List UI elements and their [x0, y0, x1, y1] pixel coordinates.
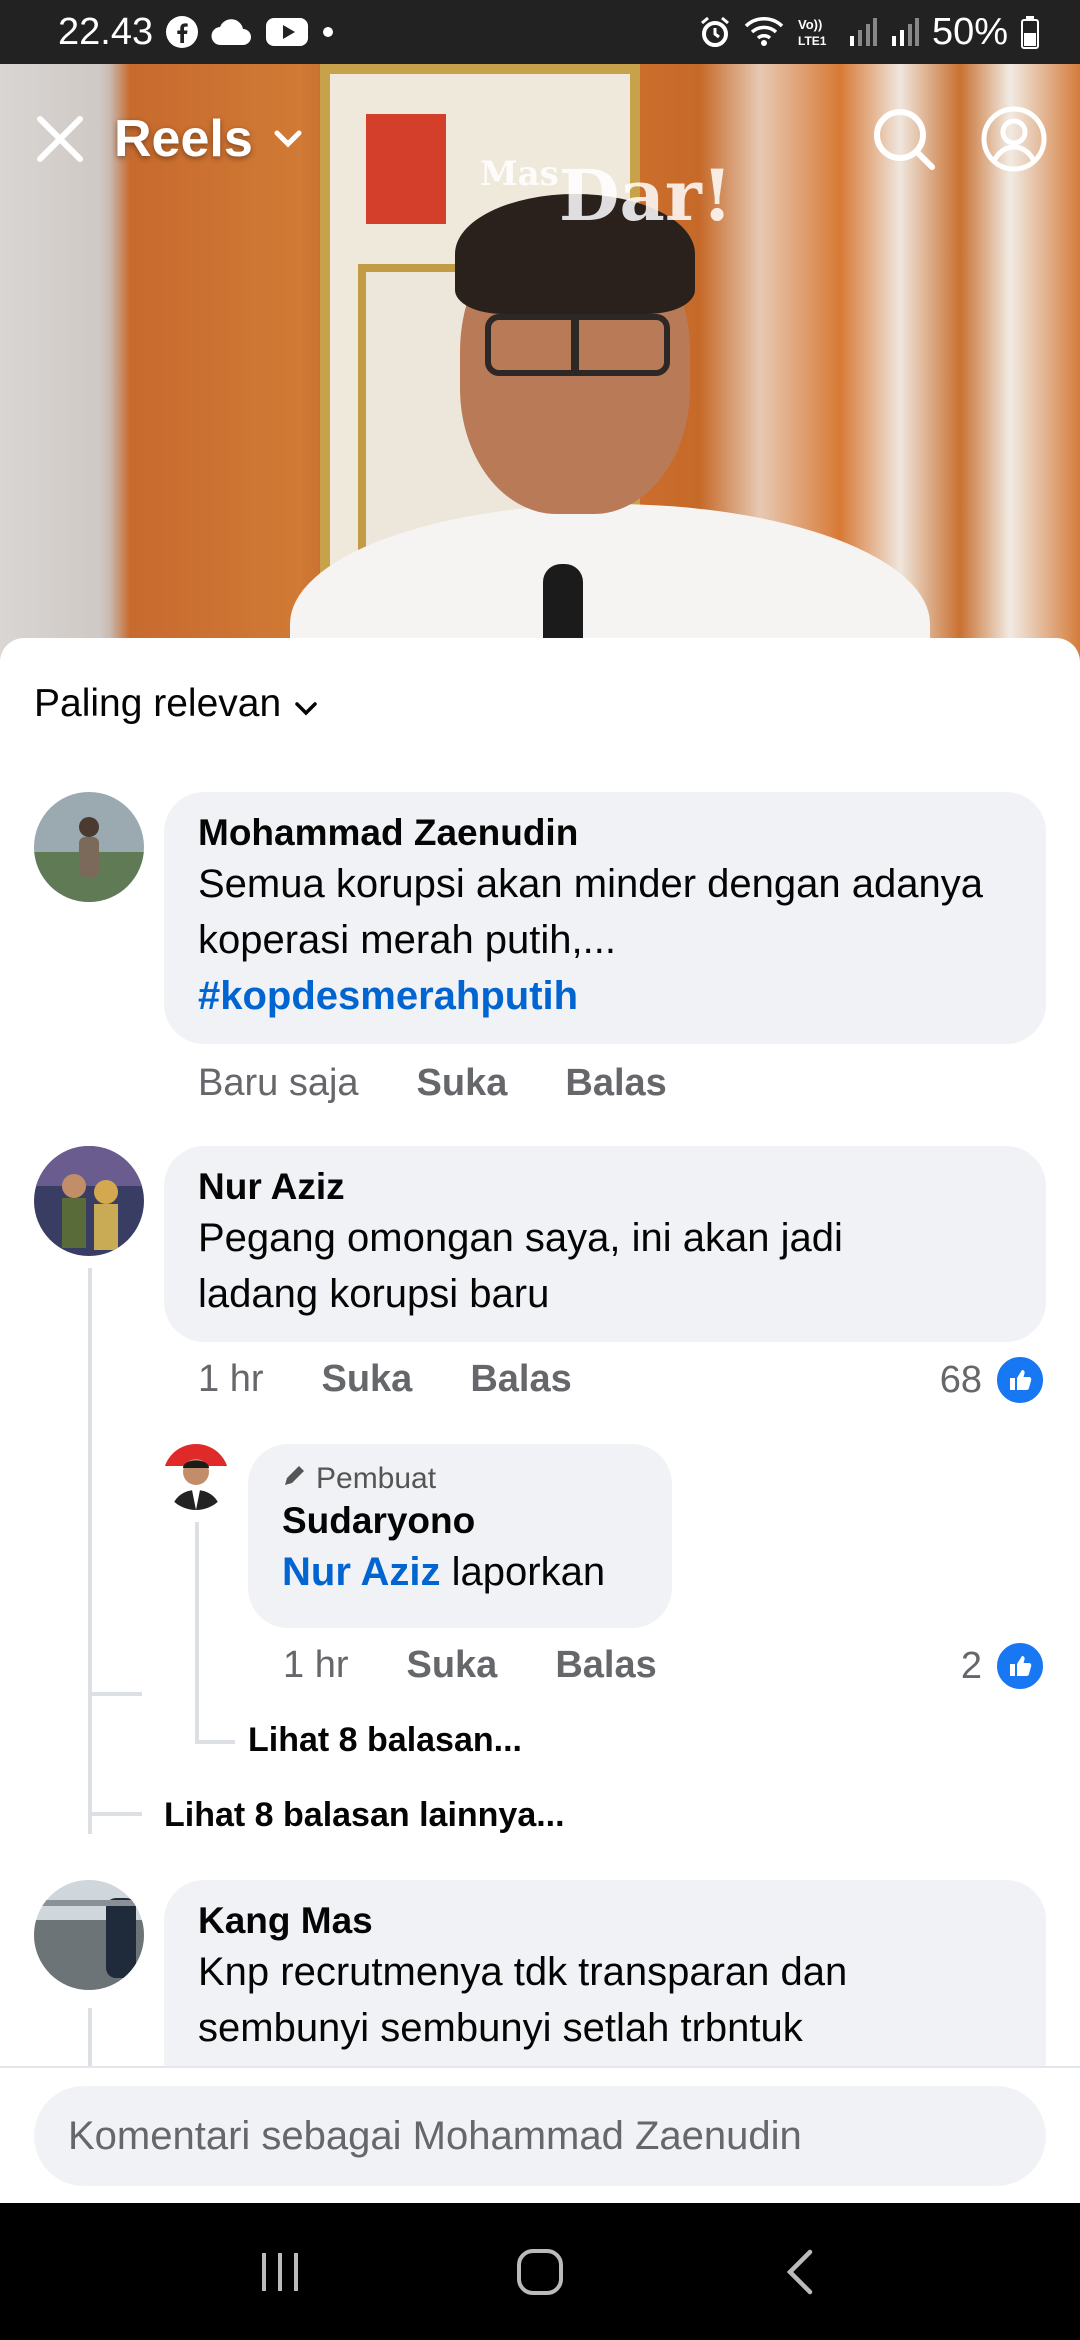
reply-button[interactable]: Balas	[565, 1062, 666, 1105]
system-nav-bar	[0, 2203, 1080, 2340]
signal-icon	[848, 16, 878, 48]
reaction-count[interactable]: 68	[940, 1354, 1046, 1406]
avatar[interactable]	[34, 1146, 144, 1256]
comment-composer-bar: Komentari sebagai Mohammad Zaenudin	[0, 2066, 1080, 2205]
reply-body: laporkan	[440, 1550, 606, 1594]
comment-bubble[interactable]: Nur Aziz Pegang omongan saya, ini akan j…	[164, 1146, 1046, 1342]
comment-text: Semua korupsi akan minder dengan adanya …	[198, 862, 983, 962]
volte-icon: Vo)) LTE1	[796, 15, 836, 49]
thread-line	[88, 1268, 92, 1834]
search-icon[interactable]	[868, 103, 940, 175]
close-icon[interactable]	[30, 109, 90, 169]
back-icon[interactable]	[755, 2227, 845, 2317]
chevron-down-icon[interactable]	[273, 129, 303, 149]
chevron-down-icon	[295, 682, 317, 726]
reels-title[interactable]: Reels	[114, 109, 253, 169]
like-icon	[994, 1640, 1046, 1692]
thread-line	[195, 1522, 199, 1742]
cloud-icon	[211, 17, 253, 47]
comment-input[interactable]: Komentari sebagai Mohammad Zaenudin	[34, 2086, 1046, 2186]
person-glasses	[485, 314, 670, 376]
wifi-icon	[744, 16, 784, 48]
comment-time: Baru saja	[198, 1062, 359, 1104]
reply-mention[interactable]: Nur Aziz	[282, 1550, 441, 1594]
svg-text:LTE1: LTE1	[798, 34, 827, 48]
avatar[interactable]	[163, 1444, 229, 1510]
avatar[interactable]	[34, 792, 144, 902]
dot-icon	[321, 25, 335, 39]
comment-text: Pegang omongan saya, ini akan jadi ladan…	[198, 1216, 843, 1316]
author-badge-label: Pembuat	[316, 1462, 437, 1495]
clock: 22.43	[58, 10, 154, 53]
sort-label: Paling relevan	[34, 682, 282, 725]
thread-line	[195, 1740, 235, 1744]
reply-time: 1 hr	[283, 1644, 349, 1686]
svg-text:Vo)): Vo))	[798, 17, 822, 32]
reaction-number: 68	[939, 1358, 982, 1401]
signal-icon	[890, 16, 920, 48]
like-button[interactable]: Suka	[417, 1062, 508, 1105]
battery-icon	[1020, 15, 1040, 49]
comment-text: Knp recrutmenya tdk transparan dan sembu…	[198, 1950, 848, 2050]
home-icon[interactable]	[495, 2227, 585, 2317]
facebook-icon	[165, 15, 199, 49]
view-replies-link[interactable]: Lihat 8 balasan...	[248, 1721, 522, 1760]
battery-percent: 50%	[931, 10, 1008, 53]
reaction-count[interactable]: 2	[961, 1640, 1046, 1692]
comment-author[interactable]: Mohammad Zaenudin	[198, 810, 1012, 856]
comment-actions: Baru saja Suka Balas	[198, 1062, 667, 1105]
author-badge: Pembuat	[282, 1462, 638, 1496]
reply-author[interactable]: Sudaryono	[282, 1498, 638, 1544]
reply-actions: 1 hr Suka Balas	[283, 1644, 657, 1687]
comment-actions: 1 hr Suka Balas	[198, 1358, 572, 1401]
avatar[interactable]	[34, 1880, 144, 1990]
reply-button[interactable]: Balas	[555, 1644, 656, 1687]
like-button[interactable]: Suka	[321, 1358, 412, 1401]
thread-line	[88, 1692, 142, 1696]
like-button[interactable]: Suka	[406, 1644, 497, 1687]
comment-hashtag[interactable]: #kopdesmerahputih	[198, 968, 1012, 1024]
reels-header: Reels	[0, 64, 1080, 214]
comment-author[interactable]: Nur Aziz	[198, 1164, 1012, 1210]
reply-bubble[interactable]: Pembuat Sudaryono Nur Aziz laporkan	[248, 1444, 672, 1628]
youtube-icon	[265, 16, 309, 48]
sort-dropdown[interactable]: Paling relevan	[34, 682, 317, 726]
comment-author[interactable]: Kang Mas	[198, 1898, 1012, 1944]
comments-sheet: Paling relevan Mohammad Zaenudin Semua k…	[0, 638, 1080, 2203]
recent-apps-icon[interactable]	[235, 2227, 325, 2317]
profile-icon[interactable]	[978, 103, 1050, 175]
like-icon	[994, 1354, 1046, 1406]
comment-bubble[interactable]: Mohammad Zaenudin Semua korupsi akan min…	[164, 792, 1046, 1044]
view-more-replies-link[interactable]: Lihat 8 balasan lainnya...	[164, 1796, 565, 1835]
alarm-icon	[698, 15, 732, 49]
reaction-number: 2	[960, 1644, 982, 1687]
reply-text: Nur Aziz laporkan	[282, 1544, 638, 1600]
status-bar: 22.43 Vo)) LTE1 50%	[0, 0, 1080, 64]
pencil-icon	[282, 1462, 308, 1496]
reply-button[interactable]: Balas	[470, 1358, 571, 1401]
thread-line	[88, 1812, 142, 1816]
comment-time: 1 hr	[198, 1358, 264, 1400]
